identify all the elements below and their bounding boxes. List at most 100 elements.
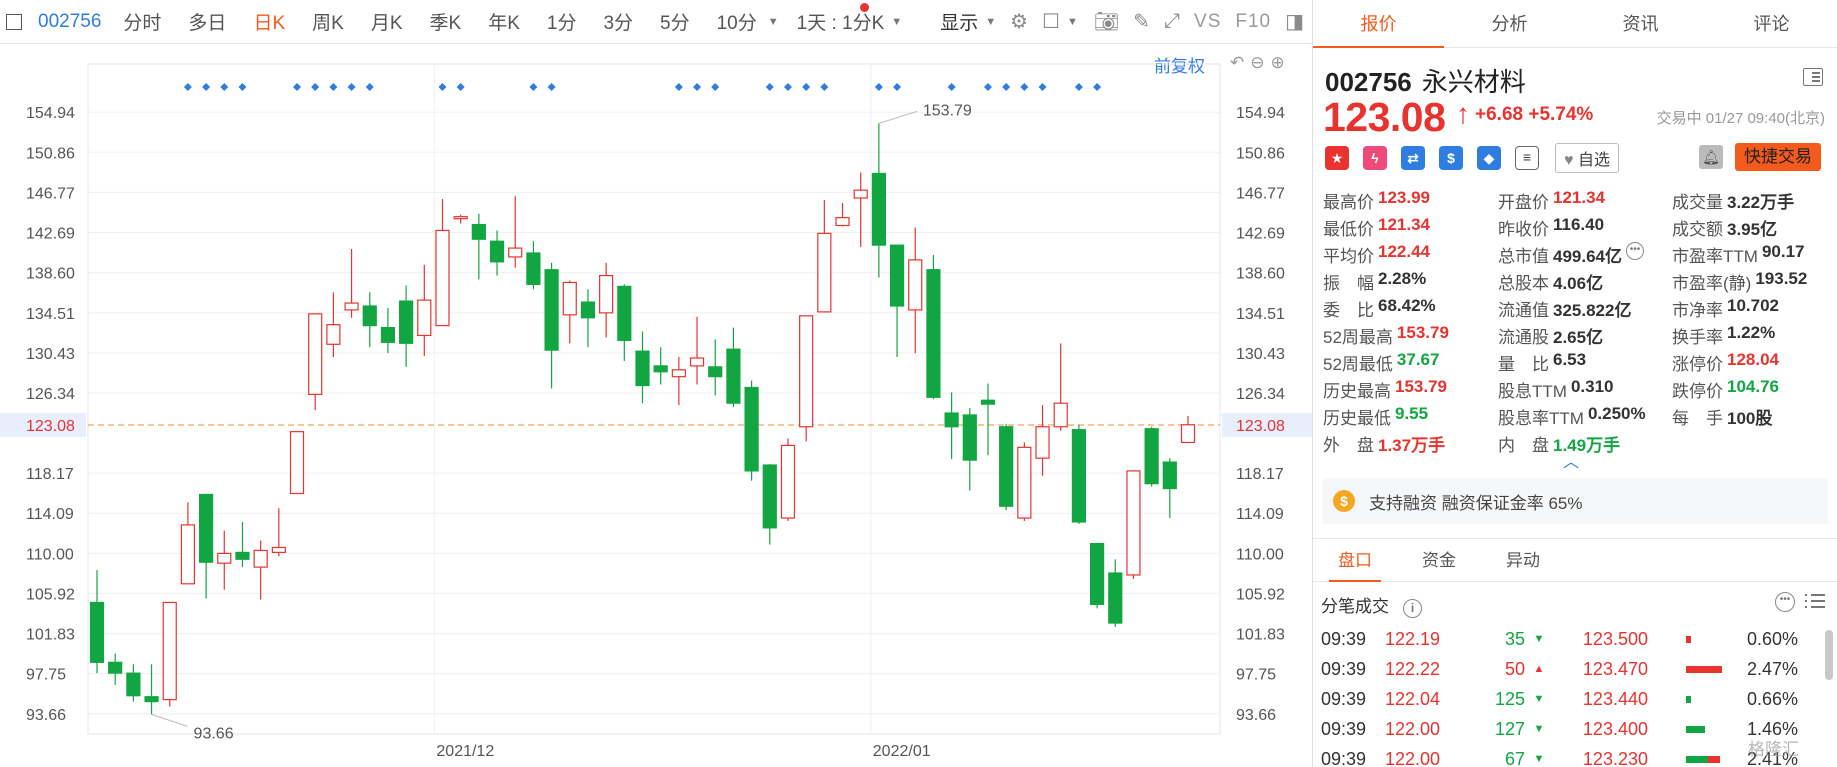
- tab-comments[interactable]: 评论: [1706, 0, 1837, 47]
- candle-body: [380, 326, 396, 343]
- tick-time: 09:39: [1321, 718, 1367, 739]
- chevron-down-icon[interactable]: ▼: [985, 16, 996, 28]
- candle-body: [1180, 424, 1196, 444]
- shuffle-icon[interactable]: ⇄: [1401, 146, 1425, 170]
- candle-body: [199, 493, 214, 563]
- fullscreen-icon[interactable]: ⤢: [1164, 10, 1180, 33]
- dollar-icon[interactable]: $: [1439, 146, 1463, 170]
- camera-icon[interactable]: 📷︎: [1094, 9, 1119, 34]
- panel-toggle-icon[interactable]: [6, 13, 22, 30]
- stat-cell: 成交量 3.22万手: [1672, 188, 1828, 215]
- candle-body: [744, 386, 759, 472]
- tab-quote[interactable]: 报价: [1313, 0, 1444, 48]
- sidebar-toggle-icon[interactable]: ◨: [1285, 9, 1304, 34]
- y-tick-label-right: 150.86: [1236, 145, 1285, 162]
- candle-body: [599, 274, 614, 314]
- margin-banner[interactable]: $ 支持融资 融资保证金率 65%: [1323, 478, 1828, 524]
- y-tick-label-left: 150.86: [26, 145, 75, 162]
- tick-bar-fill: [1686, 636, 1691, 643]
- stat-label: 跌停价: [1672, 382, 1723, 401]
- f10-button[interactable]: F10: [1235, 11, 1271, 33]
- bell-icon[interactable]: 🔔︎: [1699, 145, 1723, 169]
- event-marker-icon: [783, 83, 792, 91]
- flash-icon[interactable]: ϟ: [1363, 146, 1387, 170]
- scrollbar[interactable]: [1825, 630, 1833, 680]
- event-marker-icon: [693, 83, 702, 91]
- stats-grid: 最高价 123.99 开盘价 121.34 成交量 3.22万手 最低价 121.34 昨收价 1…: [1323, 188, 1828, 458]
- tab-fund-flow[interactable]: 资金: [1397, 539, 1481, 581]
- tick-volume: 35: [1504, 628, 1525, 649]
- note-icon[interactable]: ≡: [1515, 146, 1539, 170]
- y-tick-label-left: 134.51: [26, 306, 75, 323]
- stat-cell: 总市值 499.64亿 •••: [1498, 242, 1672, 269]
- chevron-down-icon[interactable]: ▼: [1067, 16, 1078, 28]
- tick-price: 122.19: [1385, 628, 1441, 649]
- stat-value: 104.76: [1727, 377, 1779, 396]
- flag-icon[interactable]: ★: [1325, 146, 1349, 170]
- tab-monthly-k[interactable]: 月K: [371, 8, 403, 35]
- pencil-icon[interactable]: ✎: [1133, 9, 1150, 34]
- candlestick-chart[interactable]: 154.94 154.94 150.86 150.86 146.77 146.77 142.…: [0, 44, 1312, 767]
- collapse-chevron-icon[interactable]: ︿: [1563, 448, 1579, 472]
- more-icon[interactable]: •••: [1775, 592, 1795, 612]
- tab-analysis[interactable]: 分析: [1444, 0, 1575, 47]
- event-marker-icon: [874, 83, 883, 91]
- more-icon[interactable]: •••: [1626, 242, 1644, 260]
- info-icon[interactable]: i: [1403, 599, 1422, 618]
- candle-body: [326, 324, 341, 345]
- up-arrow-icon: ↑: [1456, 98, 1470, 129]
- stat-value: 123.99: [1378, 188, 1430, 207]
- stat-label: 量 比: [1498, 355, 1549, 374]
- stat-value: 90.17: [1761, 242, 1805, 261]
- chevron-down-icon[interactable]: ▼: [891, 16, 902, 28]
- tab-5min[interactable]: 5分: [660, 8, 690, 35]
- candle-body: [289, 431, 305, 495]
- tab-3min[interactable]: 3分: [603, 8, 633, 35]
- y-tick-label-right: 110.00: [1236, 546, 1284, 563]
- stat-label: 每 手: [1672, 409, 1723, 428]
- tab-daily-k[interactable]: 日K: [253, 8, 285, 35]
- tab-10min[interactable]: 10分: [717, 8, 757, 35]
- tab-news[interactable]: 资讯: [1575, 0, 1706, 47]
- high-annotation: 153.79: [923, 102, 972, 119]
- stock-code-label[interactable]: 002756: [38, 11, 101, 33]
- candle-body: [562, 281, 577, 316]
- add-watchlist-button[interactable]: ♥ 自选: [1555, 143, 1619, 173]
- chevron-down-icon[interactable]: ▼: [768, 16, 779, 28]
- tab-movement[interactable]: 异动: [1481, 539, 1565, 581]
- display-menu[interactable]: 显示: [940, 8, 978, 35]
- menu-icon[interactable]: [1803, 68, 1823, 86]
- stat-label: 52周最低: [1323, 355, 1393, 374]
- event-marker-icon: [983, 83, 992, 91]
- event-marker-icon: [365, 83, 374, 91]
- stock-name: 永兴材料: [1421, 67, 1526, 97]
- tab-quarterly-k[interactable]: 季K: [430, 8, 462, 35]
- tab-fenshi[interactable]: 分时: [123, 8, 161, 35]
- stat-label: 总市值: [1498, 247, 1549, 266]
- y-tick-label-right: 154.94: [1236, 105, 1285, 122]
- candle-body: [544, 269, 559, 351]
- tick-percent: 2.47%: [1746, 658, 1798, 679]
- period-select[interactable]: 1天 : 1分K: [797, 8, 885, 35]
- tag-icon[interactable]: ◆: [1477, 146, 1501, 170]
- candle-body: [362, 305, 377, 327]
- vs-button[interactable]: VS: [1194, 11, 1221, 33]
- tick-bar: [1648, 684, 1738, 714]
- tab-order-book[interactable]: 盘口: [1313, 539, 1397, 582]
- event-marker-icon: [820, 83, 829, 91]
- tab-yearly-k[interactable]: 年K: [488, 8, 520, 35]
- gear-icon[interactable]: ⚙: [1010, 9, 1028, 34]
- event-marker-icon: [711, 83, 720, 91]
- quick-icons: ★ ϟ ⇄ $ ◆ ≡ ♥ 自选: [1325, 143, 1619, 173]
- quick-trade-button[interactable]: 快捷交易: [1735, 143, 1821, 171]
- tab-1min[interactable]: 1分: [547, 8, 577, 35]
- stat-value: 121.34: [1378, 215, 1430, 234]
- stat-label: 股息率TTM: [1498, 409, 1584, 428]
- stat-cell: 52周最低 37.67: [1323, 350, 1498, 377]
- low-annotation: 93.66: [194, 725, 234, 742]
- stats-row: 振 幅 2.28% 总股本 4.06亿 市盈率(静) 193.52: [1323, 269, 1828, 296]
- tab-duori[interactable]: 多日: [188, 8, 226, 35]
- tab-weekly-k[interactable]: 周K: [312, 8, 344, 35]
- checkbox-icon[interactable]: ☐: [1042, 9, 1060, 34]
- list-icon[interactable]: [1805, 592, 1825, 610]
